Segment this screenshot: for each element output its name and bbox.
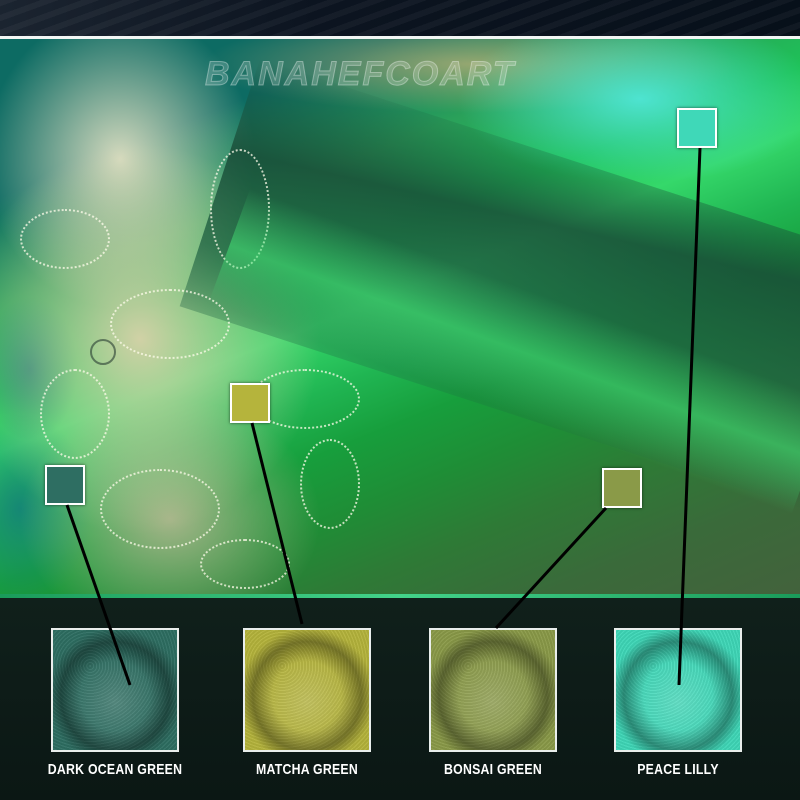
swatch-label: DARK OCEAN GREEN	[47, 761, 183, 778]
marker-bonsai-green	[602, 468, 642, 508]
cell-lacing	[40, 369, 110, 459]
cell-lacing	[210, 149, 270, 269]
cell-lacing	[110, 289, 230, 359]
marker-peace-lilly	[677, 108, 717, 148]
watermark-text: BANAHEFCOART	[204, 55, 516, 94]
cell-lacing	[300, 439, 360, 529]
top-band	[0, 0, 800, 40]
cell-lacing	[90, 339, 116, 365]
product-image: BANAHEFCOART DARK OCEAN GREEN MATCHA GRE…	[0, 0, 800, 800]
swatch-peace-lilly	[614, 628, 742, 752]
cell-lacing	[20, 209, 110, 269]
cell-lacing	[200, 539, 290, 589]
marker-dark-ocean-green	[45, 465, 85, 505]
swatch-matcha-green	[243, 628, 371, 752]
panel-divider	[0, 594, 800, 598]
swatch-bonsai-green	[429, 628, 557, 752]
swatch-dark-ocean-green	[51, 628, 179, 752]
swatch-label: MATCHA GREEN	[255, 761, 359, 778]
marker-matcha-green	[230, 383, 270, 423]
cell-lacing	[100, 469, 220, 549]
swatch-label: BONSAI GREEN	[444, 761, 542, 778]
swatch-label: PEACE LILLY	[637, 761, 719, 778]
